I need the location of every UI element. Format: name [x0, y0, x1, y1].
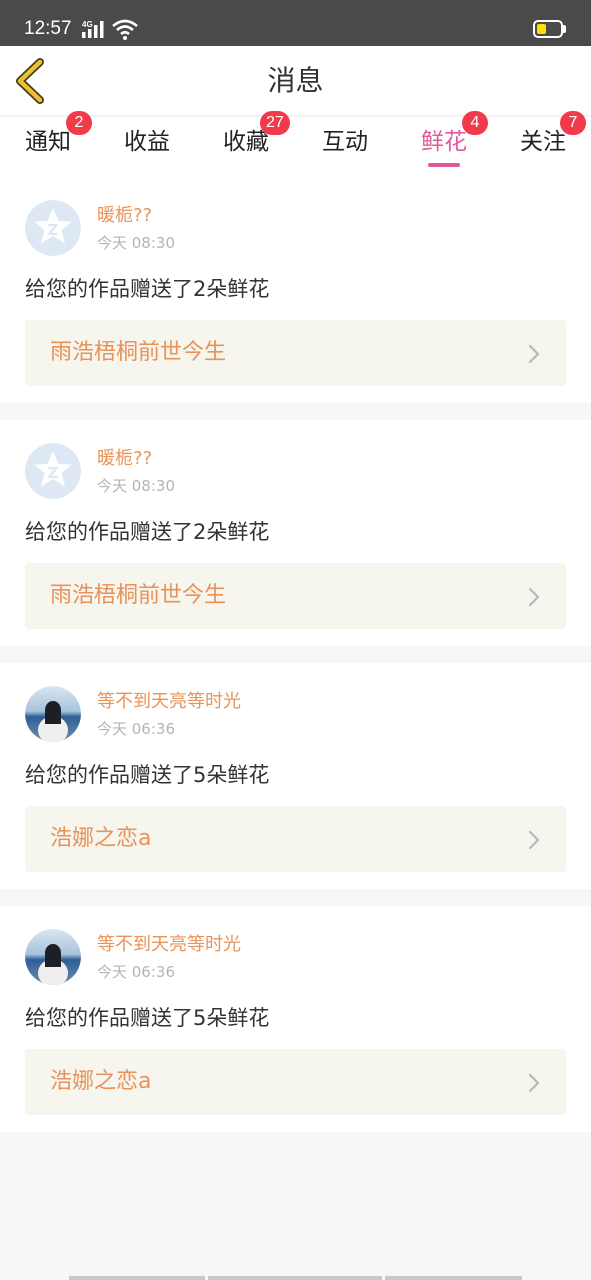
- tab-favorites[interactable]: 收藏 27: [206, 111, 290, 177]
- photo-avatar[interactable]: [25, 686, 81, 742]
- tab-flowers[interactable]: 鲜花 4: [404, 111, 488, 177]
- gesture-bar-right[interactable]: [385, 1276, 522, 1280]
- work-link[interactable]: 浩娜之恋a: [25, 806, 566, 872]
- sender-name[interactable]: 暖栀??: [97, 448, 152, 470]
- battery-tip: [563, 25, 566, 33]
- battery-level: [537, 24, 546, 34]
- svg-text:Z: Z: [48, 464, 59, 482]
- chevron-right-icon: [528, 830, 540, 850]
- gesture-bar-left[interactable]: [69, 1276, 205, 1280]
- tab-follows[interactable]: 关注 7: [503, 111, 586, 177]
- sender-name[interactable]: 暖栀??: [97, 205, 152, 227]
- work-link[interactable]: 雨浩梧桐前世今生: [25, 563, 566, 629]
- chevron-right-icon: [528, 587, 540, 607]
- tab-notifications[interactable]: 通知 2: [8, 111, 92, 177]
- tab-badge: 27: [260, 111, 290, 135]
- tab-badge: 2: [66, 111, 92, 135]
- sender-name[interactable]: 等不到天亮等时光: [97, 934, 241, 956]
- work-title: 雨浩梧桐前世今生: [50, 583, 227, 608]
- svg-text:Z: Z: [48, 221, 59, 239]
- work-title: 浩娜之恋a: [50, 1069, 152, 1094]
- page-title: 消息: [267, 64, 324, 97]
- status-bar: 12:57 4G: [0, 0, 591, 46]
- network-type: 4G: [82, 20, 93, 29]
- tab-label: 互动: [322, 129, 368, 155]
- work-title: 浩娜之恋a: [50, 826, 152, 851]
- chevron-right-icon: [528, 1073, 540, 1093]
- wifi-icon: [112, 19, 138, 40]
- work-link[interactable]: 浩娜之恋a: [25, 1049, 566, 1115]
- status-time: 12:57: [24, 18, 72, 39]
- work-title: 雨浩梧桐前世今生: [50, 340, 227, 365]
- tab-label: 收益: [124, 129, 170, 155]
- message-time: 今天 06:36: [97, 720, 175, 738]
- work-link[interactable]: 雨浩梧桐前世今生: [25, 320, 566, 386]
- header: 消息: [0, 46, 591, 116]
- default-avatar-icon[interactable]: Z: [25, 443, 81, 499]
- message-card: 等不到天亮等时光 今天 06:36 给您的作品赠送了5朵鲜花 浩娜之恋a: [0, 663, 591, 889]
- sender-name[interactable]: 等不到天亮等时光: [97, 691, 241, 713]
- photo-avatar[interactable]: [25, 929, 81, 985]
- active-tab-indicator: [428, 163, 460, 167]
- message-time: 今天 06:36: [97, 963, 175, 981]
- battery-icon: [533, 20, 563, 38]
- message-time: 今天 08:30: [97, 234, 175, 252]
- tab-badge: 4: [462, 111, 488, 135]
- message-time: 今天 08:30: [97, 477, 175, 495]
- default-avatar-icon[interactable]: Z: [25, 200, 81, 256]
- message-card: 等不到天亮等时光 今天 06:36 给您的作品赠送了5朵鲜花 浩娜之恋a: [0, 906, 591, 1132]
- tab-badge: 7: [560, 111, 586, 135]
- gesture-bar-home[interactable]: [208, 1276, 382, 1280]
- tab-interactions[interactable]: 互动: [305, 117, 385, 177]
- message-text: 给您的作品赠送了2朵鲜花: [25, 277, 270, 301]
- message-text: 给您的作品赠送了2朵鲜花: [25, 520, 270, 544]
- message-card: Z 暖栀?? 今天 08:30 给您的作品赠送了2朵鲜花 雨浩梧桐前世今生: [0, 177, 591, 403]
- message-card: Z 暖栀?? 今天 08:30 给您的作品赠送了2朵鲜花 雨浩梧桐前世今生: [0, 420, 591, 646]
- tab-bar: 通知 2 收益 收藏 27 互动 鲜花 4 关注 7: [0, 111, 591, 177]
- chevron-right-icon: [528, 344, 540, 364]
- tab-earnings[interactable]: 收益: [107, 117, 187, 177]
- message-text: 给您的作品赠送了5朵鲜花: [25, 763, 270, 787]
- message-text: 给您的作品赠送了5朵鲜花: [25, 1006, 270, 1030]
